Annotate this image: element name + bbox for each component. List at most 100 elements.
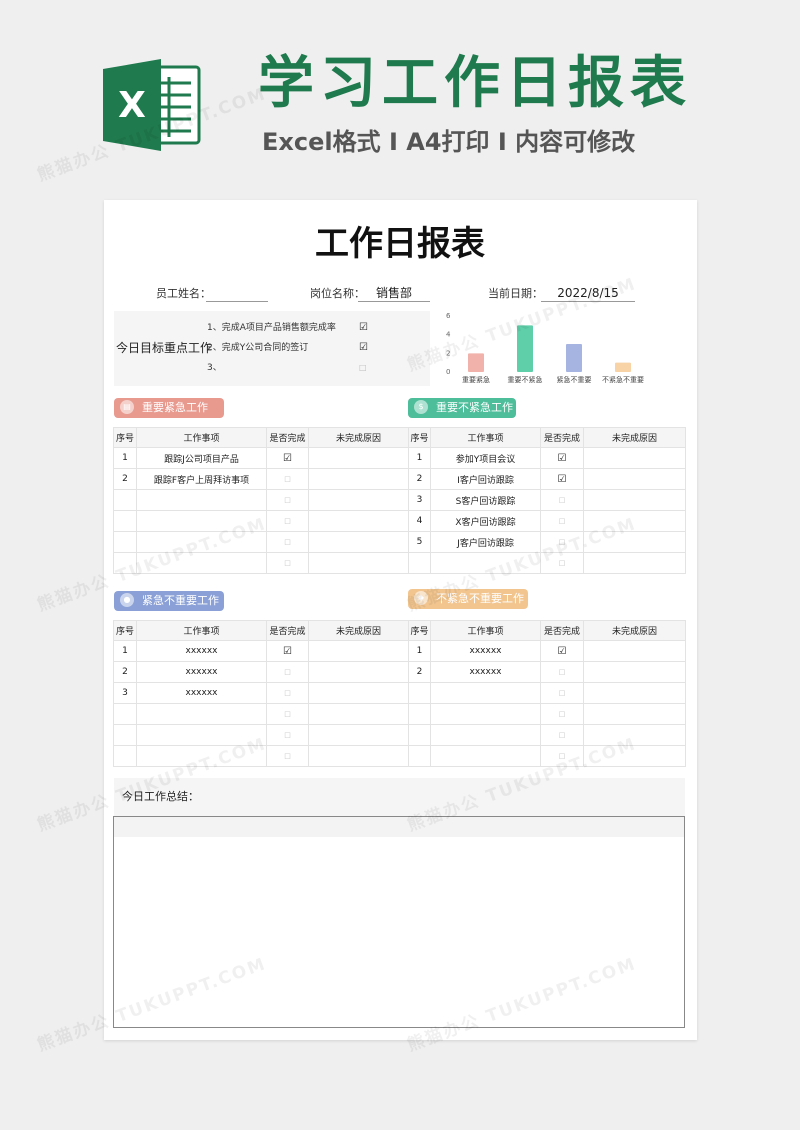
reason-cell[interactable]	[308, 703, 409, 725]
task-item[interactable]: S客户回访跟踪	[430, 489, 541, 511]
section-tag-urgent-not-important: ● 紧急不重要工作	[114, 591, 224, 611]
reason-cell[interactable]	[308, 531, 409, 553]
reason-cell[interactable]	[308, 640, 409, 662]
task-item[interactable]: I客户回访跟踪	[430, 468, 541, 490]
column-header: 未完成原因	[583, 427, 686, 448]
reason-cell[interactable]	[583, 640, 686, 662]
column-header: 是否完成	[266, 620, 309, 641]
reason-cell[interactable]	[583, 682, 686, 704]
section-label: 紧急不重要工作	[142, 594, 219, 607]
reason-cell[interactable]	[308, 682, 409, 704]
task-item[interactable]: 跟踪F客户上周拜访事项	[136, 468, 267, 490]
completion-checkbox[interactable]: □	[266, 682, 309, 704]
completion-checkbox[interactable]: ☑	[266, 640, 309, 662]
employee-field[interactable]	[206, 285, 268, 302]
reason-cell[interactable]	[583, 489, 686, 511]
goals-heading: 今日目标重点工作	[116, 341, 213, 355]
table-row: 1 xxxxxx ☑	[113, 640, 409, 662]
reason-cell[interactable]	[583, 552, 686, 574]
completion-checkbox[interactable]: ☑	[540, 447, 584, 469]
table-row: 1 跟踪J公司项目产品 ☑	[113, 447, 409, 469]
reason-cell[interactable]	[308, 745, 409, 767]
completion-checkbox[interactable]: ☑	[540, 468, 584, 490]
task-item[interactable]: X客户回访跟踪	[430, 510, 541, 532]
task-item[interactable]: xxxxxx	[430, 640, 541, 662]
completion-checkbox[interactable]: □	[266, 724, 309, 746]
table-header-row: 序号 工作事项 是否完成 未完成原因	[408, 427, 686, 448]
reason-cell[interactable]	[583, 447, 686, 469]
row-number	[113, 745, 137, 767]
completion-checkbox[interactable]: □	[266, 489, 309, 511]
row-number: 3	[113, 682, 137, 704]
task-item[interactable]: xxxxxx	[136, 661, 267, 683]
completion-checkbox[interactable]: □	[540, 661, 584, 683]
completion-checkbox[interactable]: □	[266, 552, 309, 574]
clipboard-icon: ▤	[120, 400, 134, 414]
row-number	[113, 724, 137, 746]
row-number	[113, 489, 137, 511]
task-item[interactable]: xxxxxx	[136, 640, 267, 662]
column-header: 工作事项	[136, 620, 267, 641]
reason-cell[interactable]	[583, 468, 686, 490]
x-category-label: 重要紧急	[462, 375, 490, 384]
task-item[interactable]	[430, 724, 541, 746]
column-header: 序号	[113, 620, 137, 641]
reason-cell[interactable]	[308, 724, 409, 746]
column-header: 工作事项	[136, 427, 267, 448]
task-item[interactable]	[430, 703, 541, 725]
task-item[interactable]	[430, 682, 541, 704]
column-header: 工作事项	[430, 427, 541, 448]
completion-checkbox[interactable]: □	[540, 703, 584, 725]
completion-checkbox[interactable]: □	[540, 682, 584, 704]
date-label: 当前日期：	[488, 287, 543, 300]
goal-check-3[interactable]: □	[359, 362, 367, 374]
completion-checkbox[interactable]: □	[266, 745, 309, 767]
reason-cell[interactable]	[308, 661, 409, 683]
table-row: □	[113, 703, 409, 725]
goal-check-2[interactable]: ☑	[359, 342, 368, 354]
task-item[interactable]: 参加Y项目会议	[430, 447, 541, 469]
task-item[interactable]	[136, 703, 267, 725]
row-number: 4	[408, 510, 431, 532]
table-row: 2 跟踪F客户上周拜访事项 □	[113, 468, 409, 490]
column-header: 未完成原因	[583, 620, 686, 641]
completion-checkbox[interactable]: □	[266, 468, 309, 490]
completion-checkbox[interactable]: □	[266, 510, 309, 532]
dollar-icon: $	[414, 400, 428, 414]
table-row: 2 xxxxxx □	[408, 661, 686, 683]
y-tick-label: 0	[446, 368, 450, 376]
reason-cell[interactable]	[583, 661, 686, 683]
reason-cell[interactable]	[308, 489, 409, 511]
column-header: 未完成原因	[308, 427, 409, 448]
completion-checkbox[interactable]: □	[266, 531, 309, 553]
task-item[interactable]	[136, 489, 267, 511]
reason-cell[interactable]	[308, 552, 409, 574]
reason-cell[interactable]	[308, 510, 409, 532]
column-header: 是否完成	[540, 427, 584, 448]
task-item[interactable]	[430, 745, 541, 767]
task-item[interactable]: xxxxxx	[430, 661, 541, 683]
x-category-label: 重要不紧急	[508, 375, 543, 384]
completion-checkbox[interactable]: □	[266, 661, 309, 683]
reason-cell[interactable]	[308, 468, 409, 490]
completion-checkbox[interactable]: □	[266, 703, 309, 725]
logo-letter: X	[118, 85, 146, 126]
goal-check-1[interactable]: ☑	[359, 322, 368, 334]
completion-checkbox[interactable]: □	[540, 489, 584, 511]
position-label: 岗位名称：	[310, 287, 365, 300]
table-row: 2 I客户回访跟踪 ☑	[408, 468, 686, 490]
table-row: 2 xxxxxx □	[113, 661, 409, 683]
task-item[interactable]: 跟踪J公司项目产品	[136, 447, 267, 469]
table-row: 1 参加Y项目会议 ☑	[408, 447, 686, 469]
reason-cell[interactable]	[308, 447, 409, 469]
completion-checkbox[interactable]: ☑	[540, 640, 584, 662]
row-number: 2	[113, 661, 137, 683]
table-row: □	[408, 682, 686, 704]
position-field[interactable]: 销售部	[358, 285, 430, 302]
section-tag-important-urgent: ▤ 重要紧急工作	[114, 398, 224, 418]
completion-checkbox[interactable]: ☑	[266, 447, 309, 469]
reason-cell[interactable]	[583, 703, 686, 725]
completion-checkbox[interactable]: □	[540, 724, 584, 746]
goal-item-1: 1、完成A项目产品销售额完成率	[207, 323, 336, 333]
task-item[interactable]: xxxxxx	[136, 682, 267, 704]
